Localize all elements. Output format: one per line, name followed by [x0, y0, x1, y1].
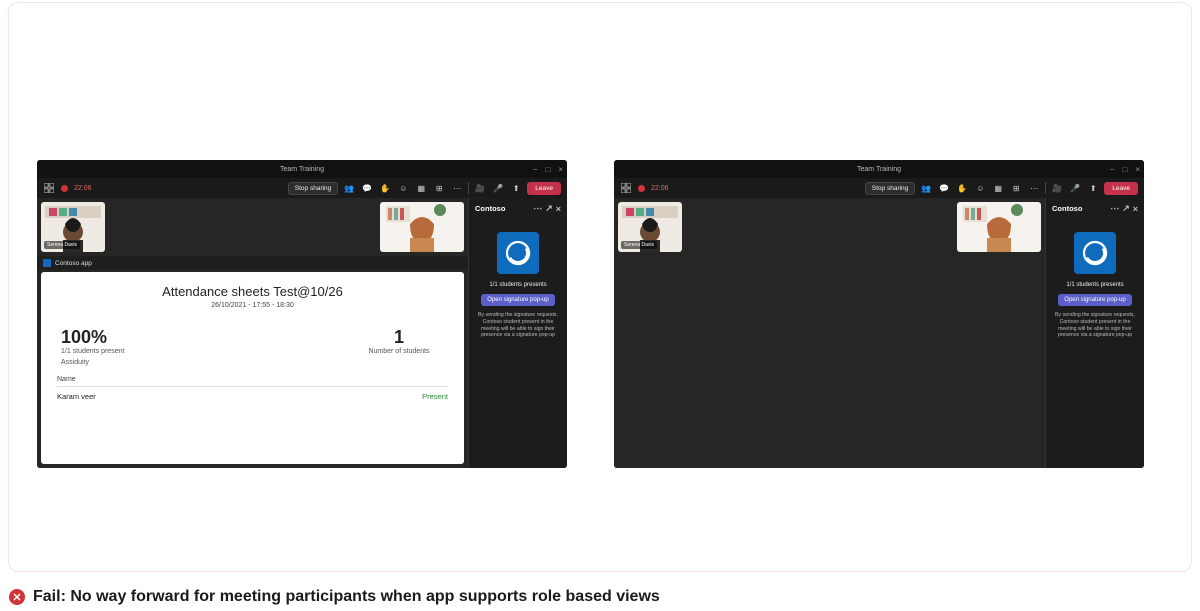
camera-icon[interactable]: 🎥 — [473, 181, 487, 195]
share-icon[interactable]: ⬆ — [1086, 181, 1100, 195]
leave-button[interactable]: Leave — [1104, 182, 1138, 195]
panel-header: Contoso ⋯ ↗ × — [1052, 198, 1138, 218]
toolbar-divider — [468, 182, 469, 194]
minimize-icon[interactable]: − — [1110, 165, 1115, 174]
mic-icon[interactable]: 🎤 — [1068, 181, 1082, 195]
panel-close-icon[interactable]: × — [1133, 204, 1138, 214]
fail-caption: ✕ Fail: No way forward for meeting parti… — [9, 588, 660, 606]
row-status: Present — [422, 392, 448, 401]
example-frame: Team Training − □ × 22:06 Stop sharing 👥… — [8, 2, 1192, 572]
more-icon[interactable]: ⋯ — [450, 181, 464, 195]
window-titlebar: Team Training − □ × — [37, 160, 567, 178]
teams-window-attendee: Team Training − □ × 22:06 Stop sharing 👥… — [614, 160, 1144, 468]
meeting-timer: 22:06 — [651, 185, 669, 192]
shared-content-card: Attendance sheets Test@10/26 26/10/2021 … — [41, 272, 464, 464]
stop-sharing-button[interactable]: Stop sharing — [288, 182, 339, 195]
table-header-name: Name — [57, 376, 448, 387]
panel-count: 1/1 students presents — [489, 282, 546, 288]
stat-number-label: Number of students — [354, 348, 444, 355]
panel-more-icon[interactable]: ⋯ — [533, 203, 543, 214]
toolbar-divider — [1045, 182, 1046, 194]
video-tile-name: Serena Davis — [621, 241, 657, 249]
close-icon[interactable]: × — [1135, 165, 1140, 174]
panel-count: 1/1 students presents — [1066, 282, 1123, 288]
chat-icon[interactable]: 💬 — [937, 181, 951, 195]
more-icon[interactable]: ⋯ — [1027, 181, 1041, 195]
panel-title: Contoso — [1052, 204, 1082, 213]
open-signature-button[interactable]: Open signature pop-up — [1058, 294, 1131, 306]
reactions-icon[interactable]: ☺ — [973, 181, 987, 195]
panel-app-logo — [497, 232, 539, 274]
stop-sharing-button[interactable]: Stop sharing — [865, 182, 916, 195]
minimize-icon[interactable]: − — [533, 165, 538, 174]
meeting-timer: 22:06 — [74, 185, 92, 192]
apps-icon[interactable]: ⊞ — [1009, 181, 1023, 195]
rooms-icon[interactable]: ▦ — [414, 181, 428, 195]
panel-description: By sending the signature requests, Conto… — [1052, 312, 1138, 339]
record-icon — [61, 185, 68, 192]
window-title: Team Training — [857, 166, 901, 173]
apps-icon[interactable]: ⊞ — [432, 181, 446, 195]
maximize-icon[interactable]: □ — [1122, 165, 1127, 174]
meeting-side-panel: Contoso ⋯ ↗ × 1/1 students presents Open… — [468, 198, 567, 468]
share-icon[interactable]: ⬆ — [509, 181, 523, 195]
record-icon — [638, 185, 645, 192]
video-tile-self[interactable]: Serena Davis — [618, 202, 682, 252]
video-tile-self[interactable]: Serena Davis — [41, 202, 105, 252]
app-tab-label[interactable]: Contoso app — [55, 260, 92, 267]
close-icon[interactable]: × — [558, 165, 563, 174]
card-subtitle: 26/10/2021 - 17:55 - 18:30 — [57, 302, 448, 309]
fail-text: Fail: No way forward for meeting partici… — [33, 588, 660, 606]
stat-percent: 100% — [61, 327, 124, 348]
panel-header: Contoso ⋯ ↗ × — [475, 198, 561, 218]
video-tile-participant[interactable] — [957, 202, 1041, 252]
panel-more-icon[interactable]: ⋯ — [1110, 203, 1120, 214]
people-icon[interactable]: 👥 — [342, 181, 356, 195]
grid-icon[interactable] — [620, 182, 632, 194]
rooms-icon[interactable]: ▦ — [991, 181, 1005, 195]
row-name: Karam veer — [57, 392, 96, 401]
panel-app-logo — [1074, 232, 1116, 274]
meeting-side-panel: Contoso ⋯ ↗ × 1/1 students presents Open… — [1045, 198, 1144, 468]
raise-hand-icon[interactable]: ✋ — [955, 181, 969, 195]
chat-icon[interactable]: 💬 — [360, 181, 374, 195]
meeting-toolbar: 22:06 Stop sharing 👥 💬 ✋ ☺ ▦ ⊞ ⋯ 🎥 🎤 ⬆ L… — [37, 178, 567, 198]
panel-popout-icon[interactable]: ↗ — [545, 203, 553, 214]
stat-assiduity: 100% 1/1 students present Assiduity — [61, 327, 124, 366]
maximize-icon[interactable]: □ — [545, 165, 550, 174]
app-tab-icon — [43, 259, 51, 267]
stat-assiduity-label: Assiduity — [61, 359, 124, 366]
meeting-stage: Serena Davis Contoso app Attendance shee… — [37, 198, 468, 468]
panel-close-icon[interactable]: × — [556, 204, 561, 214]
stat-students: 1 Number of students — [354, 327, 444, 366]
card-title: Attendance sheets Test@10/26 — [57, 284, 448, 299]
stat-number: 1 — [354, 327, 444, 348]
stat-present-line: 1/1 students present — [61, 348, 124, 355]
panel-popout-icon[interactable]: ↗ — [1122, 203, 1130, 214]
open-signature-button[interactable]: Open signature pop-up — [481, 294, 554, 306]
panel-description: By sending the signature requests, Conto… — [475, 312, 561, 339]
people-icon[interactable]: 👥 — [919, 181, 933, 195]
reactions-icon[interactable]: ☺ — [396, 181, 410, 195]
grid-icon[interactable] — [43, 182, 55, 194]
video-tile-participant[interactable] — [380, 202, 464, 252]
window-titlebar: Team Training − □ × — [614, 160, 1144, 178]
meeting-toolbar: 22:06 Stop sharing 👥 💬 ✋ ☺ ▦ ⊞ ⋯ 🎥 🎤 ⬆ L… — [614, 178, 1144, 198]
error-icon: ✕ — [9, 589, 25, 605]
raise-hand-icon[interactable]: ✋ — [378, 181, 392, 195]
leave-button[interactable]: Leave — [527, 182, 561, 195]
video-tile-name: Serena Davis — [44, 241, 80, 249]
window-title: Team Training — [280, 166, 324, 173]
camera-icon[interactable]: 🎥 — [1050, 181, 1064, 195]
mic-icon[interactable]: 🎤 — [491, 181, 505, 195]
meeting-stage-empty: Serena Davis — [614, 198, 1045, 468]
app-tab-bar: Contoso app — [37, 256, 468, 270]
table-row: Karam veer Present — [57, 387, 448, 401]
panel-title: Contoso — [475, 204, 505, 213]
teams-window-presenter: Team Training − □ × 22:06 Stop sharing 👥… — [37, 160, 567, 468]
